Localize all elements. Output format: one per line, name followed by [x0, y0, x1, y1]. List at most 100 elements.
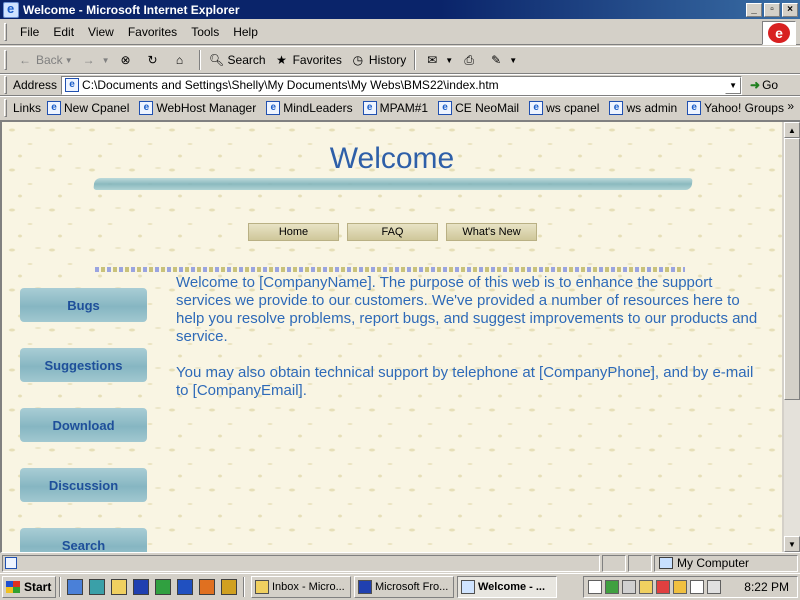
windows-logo-icon — [6, 581, 20, 593]
minimize-button[interactable]: _ — [746, 2, 762, 17]
go-button[interactable]: ➜ Go — [750, 78, 778, 92]
tray-network-icon[interactable] — [605, 580, 619, 594]
address-input[interactable]: e C:\Documents and Settings\Shelly\My Do… — [61, 75, 743, 95]
menu-bar: File Edit View Favorites Tools Help e — [0, 19, 800, 45]
forward-button[interactable]: → ▼ — [77, 50, 114, 70]
sidebar-discussion-button[interactable]: Discussion — [20, 468, 147, 502]
scroll-up-icon[interactable]: ▲ — [784, 122, 800, 138]
task-frontpage[interactable]: Microsoft Fro... — [354, 576, 454, 598]
nav-whats-new-button[interactable]: What's New — [446, 223, 537, 241]
frontpage-quicklaunch-icon[interactable] — [133, 579, 149, 595]
address-bar: Address e C:\Documents and Settings\Shel… — [0, 74, 800, 96]
chevron-down-icon[interactable]: ▼ — [725, 76, 742, 94]
nav-home-button[interactable]: Home — [248, 223, 339, 241]
start-button[interactable]: Start — [2, 576, 56, 598]
link-new-cpanel[interactable]: e New Cpanel — [47, 100, 129, 115]
menu-help[interactable]: Help — [226, 23, 265, 41]
security-zone: My Computer — [654, 554, 798, 572]
link-mindleaders[interactable]: e MindLeaders — [266, 100, 353, 115]
ie-quicklaunch-icon[interactable] — [67, 579, 83, 595]
page-icon: e — [687, 100, 702, 115]
menu-file[interactable]: File — [13, 23, 46, 41]
page-icon: e — [65, 78, 80, 92]
history-button[interactable]: ◷ History — [346, 50, 410, 70]
task-label: Welcome - ... — [478, 581, 546, 593]
chevron-down-icon[interactable]: ▼ — [102, 56, 110, 65]
search-icon: 🔍︎ — [208, 53, 225, 67]
contact-paragraph: You may also obtain technical support by… — [176, 364, 754, 399]
task-label: Microsoft Fro... — [375, 581, 449, 593]
tray-antivirus-icon[interactable] — [656, 580, 670, 594]
links-more-chevron[interactable]: » — [787, 99, 794, 113]
toolbar-grip[interactable] — [4, 22, 7, 41]
link-mpam1[interactable]: e MPAM#1 — [362, 100, 428, 115]
word-quicklaunch-icon[interactable] — [177, 579, 193, 595]
chevron-down-icon[interactable]: ▼ — [65, 56, 73, 65]
tray-app-icon[interactable] — [588, 580, 602, 594]
mail-button[interactable]: ✉ ▼ — [420, 50, 457, 70]
page-icon: e — [609, 100, 624, 115]
favorites-button[interactable]: ★ Favorites — [270, 50, 346, 70]
print-button[interactable]: ⎙ — [457, 50, 484, 70]
stop-button[interactable]: ⊗ — [114, 50, 141, 70]
home-button[interactable]: ⌂ — [168, 50, 195, 70]
vertical-scrollbar[interactable]: ▲ ▼ — [784, 122, 800, 552]
tray-volume-icon[interactable] — [690, 580, 704, 594]
toolbar-grip[interactable] — [4, 50, 7, 70]
search-button[interactable]: 🔍︎ Search — [205, 50, 270, 70]
toolbar-grip[interactable] — [4, 76, 7, 94]
address-url[interactable]: C:\Documents and Settings\Shelly\My Docu… — [82, 78, 725, 92]
tray-printer-icon[interactable] — [622, 580, 636, 594]
menu-tools[interactable]: Tools — [184, 23, 226, 41]
powerpoint-quicklaunch-icon[interactable] — [199, 579, 215, 595]
taskbar-divider — [59, 577, 61, 597]
tray-messenger-icon[interactable] — [639, 580, 653, 594]
scroll-thumb[interactable] — [784, 138, 800, 400]
maximize-button[interactable]: ▫ — [764, 2, 780, 17]
edit-button[interactable]: ✎ ▼ — [484, 50, 521, 70]
explorer-quicklaunch-icon[interactable] — [111, 579, 127, 595]
ie-throbber-logo: e — [762, 21, 796, 45]
page-icon: e — [529, 100, 544, 115]
menu-view[interactable]: View — [81, 23, 121, 41]
welcome-body: Welcome to [CompanyName]. The purpose of… — [176, 274, 766, 418]
page-icon: e — [266, 100, 281, 115]
refresh-button[interactable]: ↻ — [141, 50, 168, 70]
toolbar-grip[interactable] — [4, 98, 7, 117]
desktop-quicklaunch-icon[interactable] — [89, 579, 105, 595]
sidebar-suggestions-button[interactable]: Suggestions — [20, 348, 147, 382]
status-cell — [602, 554, 626, 572]
zone-label: My Computer — [677, 556, 750, 570]
task-inbox[interactable]: Inbox - Micro... — [251, 576, 351, 598]
outlook-quicklaunch-icon[interactable] — [221, 579, 237, 595]
nav-faq-button[interactable]: FAQ — [347, 223, 438, 241]
link-ce-neomail[interactable]: e CE NeoMail — [438, 100, 519, 115]
favorites-label: Favorites — [292, 53, 342, 67]
system-tray: 8:22 PM — [583, 576, 798, 598]
sidebar-bugs-button[interactable]: Bugs — [20, 288, 147, 322]
close-button[interactable]: × — [782, 2, 798, 17]
menu-favorites[interactable]: Favorites — [121, 23, 184, 41]
scroll-down-icon[interactable]: ▼ — [784, 536, 800, 552]
task-welcome[interactable]: Welcome - ... — [457, 576, 557, 598]
menu-edit[interactable]: Edit — [46, 23, 81, 41]
link-label: MindLeaders — [283, 100, 353, 115]
link-webhost-manager[interactable]: e WebHost Manager — [139, 100, 257, 115]
link-ws-admin[interactable]: e ws admin — [609, 100, 677, 115]
excel-quicklaunch-icon[interactable] — [155, 579, 171, 595]
clock[interactable]: 8:22 PM — [744, 580, 789, 594]
title-bar[interactable]: Welcome - Microsoft Internet Explorer _ … — [0, 0, 800, 19]
back-button[interactable]: ← Back ▼ — [13, 50, 77, 70]
link-ws-cpanel[interactable]: e ws cpanel — [529, 100, 599, 115]
tray-misc-icon[interactable] — [707, 580, 721, 594]
link-yahoo-groups[interactable]: e Yahoo! Groups — [687, 100, 784, 115]
sidebar-download-button[interactable]: Download — [20, 408, 147, 442]
decorative-dotted-rule — [95, 267, 685, 272]
sidebar-search-button[interactable]: Search — [20, 528, 147, 552]
link-label: Yahoo! Groups — [704, 100, 784, 115]
status-cell — [628, 554, 652, 572]
tray-alert-icon[interactable] — [673, 580, 687, 594]
link-label: WebHost Manager — [156, 100, 257, 115]
chevron-down-icon[interactable]: ▼ — [445, 56, 453, 65]
chevron-down-icon[interactable]: ▼ — [509, 56, 517, 65]
